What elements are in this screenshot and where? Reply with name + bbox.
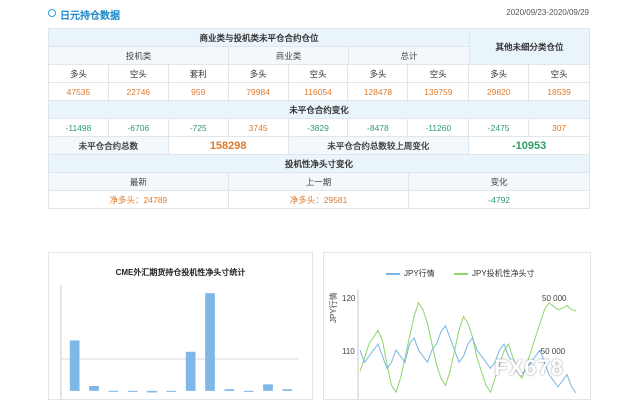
- net-header-previous: 上一期: [228, 173, 410, 191]
- total-change-label: 未平仓合约总数较上周变化: [288, 137, 470, 155]
- net-previous-value: 净多头：29581: [228, 191, 410, 209]
- bar: [127, 390, 138, 392]
- position-value: 128478: [348, 83, 409, 101]
- net-section-title: 投机性净头寸变化: [49, 155, 590, 173]
- position-value: 47535: [49, 83, 109, 101]
- net-position-bar-chart: CME外汇期货持仓投机性净头寸统计: [48, 252, 313, 400]
- change-value: -3829: [288, 119, 349, 137]
- bar: [205, 293, 215, 391]
- bar: [69, 340, 80, 391]
- change-value: -11498: [49, 119, 109, 137]
- bar: [89, 385, 99, 391]
- bar: [282, 389, 293, 391]
- col-header: 套利: [168, 65, 229, 83]
- circle-icon: [48, 9, 56, 17]
- position-value: 29820: [469, 83, 530, 101]
- col-header: 多头: [49, 65, 109, 83]
- col-header: 多头: [469, 65, 530, 83]
- subgroup-commercial: 商业类: [229, 47, 349, 65]
- bar: [185, 351, 196, 391]
- net-change-value: -4792: [409, 191, 591, 209]
- bar-chart-svg: [60, 285, 299, 399]
- position-value: 139759: [408, 83, 470, 101]
- position-value: 959: [168, 83, 229, 101]
- col-header: 空头: [408, 65, 470, 83]
- position-table: 商业类与投机类未平仓合约仓位 投机类 商业类 总计 其他未细分类仓位 多头 空头…: [48, 28, 591, 209]
- change-value: -11260: [408, 119, 470, 137]
- bar: [263, 384, 273, 391]
- total-value: 158298: [168, 137, 289, 155]
- position-value: 18539: [529, 83, 591, 101]
- net-header-latest: 最新: [49, 173, 229, 191]
- col-header: 空头: [529, 65, 591, 83]
- bar: [166, 390, 177, 392]
- col-header: 多头: [348, 65, 409, 83]
- subgroup-speculative: 投机类: [49, 47, 229, 65]
- change-value: 307: [529, 119, 591, 137]
- position-value: 22746: [108, 83, 169, 101]
- date-range: 2020/09/23-2020/09/29: [506, 8, 589, 17]
- group-header-commercial-speculative: 商业类与投机类未平仓合约仓位: [49, 29, 470, 47]
- bar: [243, 390, 254, 392]
- page-title: 日元持仓数据: [60, 11, 120, 22]
- change-value: -2475: [469, 119, 530, 137]
- net-latest-value: 净多头：24789: [49, 191, 229, 209]
- change-value: 3745: [228, 119, 289, 137]
- col-header: 多头: [228, 65, 289, 83]
- total-label: 未平仓合约总数: [49, 137, 169, 155]
- bar: [147, 390, 157, 393]
- group-header-other: 其他未细分类仓位: [470, 29, 590, 65]
- bar: [224, 389, 235, 391]
- watermark-text: FX678: [494, 355, 564, 380]
- change-value: -8478: [348, 119, 409, 137]
- col-header: 空头: [108, 65, 169, 83]
- change-section-title: 未平仓合约变化: [49, 101, 590, 119]
- bar: [108, 390, 119, 392]
- page-header: 日元持仓数据 2020/09/23-2020/09/29: [48, 6, 593, 22]
- change-value: -725: [168, 119, 229, 137]
- jpy-line-chart: JPY行情 JPY投机性净头寸 JPY行情 120 110 50 000 -50…: [323, 252, 591, 400]
- position-value: 116054: [288, 83, 349, 101]
- col-header: 空头: [288, 65, 349, 83]
- net-header-change: 变化: [409, 173, 591, 191]
- position-value: 79984: [228, 83, 289, 101]
- subgroup-total: 总计: [349, 47, 470, 65]
- change-value: -6706: [108, 119, 169, 137]
- total-change-value: -10953: [469, 137, 591, 155]
